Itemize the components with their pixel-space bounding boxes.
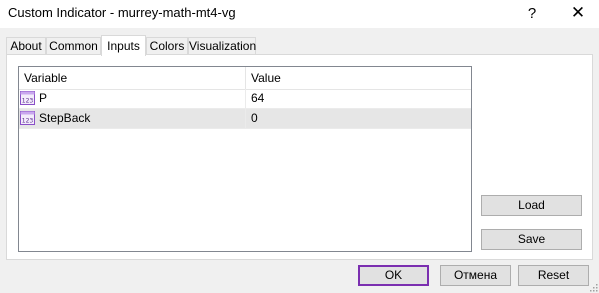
resize-grip-icon[interactable] <box>588 282 598 292</box>
help-icon: ? <box>527 4 537 22</box>
grid-header: Variable Value <box>19 67 471 90</box>
tab-visualization[interactable]: Visualization <box>188 37 256 54</box>
tab-colors[interactable]: Colors <box>146 37 188 54</box>
tab-common[interactable]: Common <box>46 37 101 54</box>
param-value[interactable]: 64 <box>251 89 264 108</box>
reset-button[interactable]: Reset <box>518 265 589 286</box>
param-name: StepBack <box>39 111 91 125</box>
save-button[interactable]: Save <box>481 229 582 250</box>
ok-button[interactable]: OK <box>358 265 429 286</box>
column-header-variable[interactable]: Variable <box>19 67 245 89</box>
close-button[interactable]: ✕ <box>556 0 599 26</box>
load-button[interactable]: Load <box>481 195 582 216</box>
table-row[interactable]: 123 StepBack 0 <box>19 109 471 129</box>
param-name: P <box>39 91 48 105</box>
svg-text:123: 123 <box>22 118 34 125</box>
integer-param-icon: 123 <box>20 111 35 125</box>
inputs-panel: Variable Value 123 P 64 123 StepBack 0 L… <box>6 54 593 260</box>
window-title: Custom Indicator - murrey-math-mt4-vg <box>8 5 236 20</box>
integer-param-icon: 123 <box>20 91 35 105</box>
param-value[interactable]: 0 <box>251 109 258 128</box>
svg-text:123: 123 <box>22 98 34 105</box>
table-row[interactable]: 123 P 64 <box>19 89 471 109</box>
inputs-grid: Variable Value 123 P 64 123 StepBack 0 <box>18 66 472 252</box>
tab-inputs[interactable]: Inputs <box>101 35 146 56</box>
cancel-button[interactable]: Отмена <box>440 265 511 286</box>
help-button[interactable]: ? <box>510 0 554 26</box>
tab-about[interactable]: About <box>6 37 46 54</box>
column-header-value[interactable]: Value <box>246 67 471 89</box>
cell-divider <box>245 89 246 109</box>
title-bar: Custom Indicator - murrey-math-mt4-vg ? … <box>0 0 599 28</box>
cell-divider <box>245 109 246 129</box>
close-icon: ✕ <box>570 3 586 22</box>
